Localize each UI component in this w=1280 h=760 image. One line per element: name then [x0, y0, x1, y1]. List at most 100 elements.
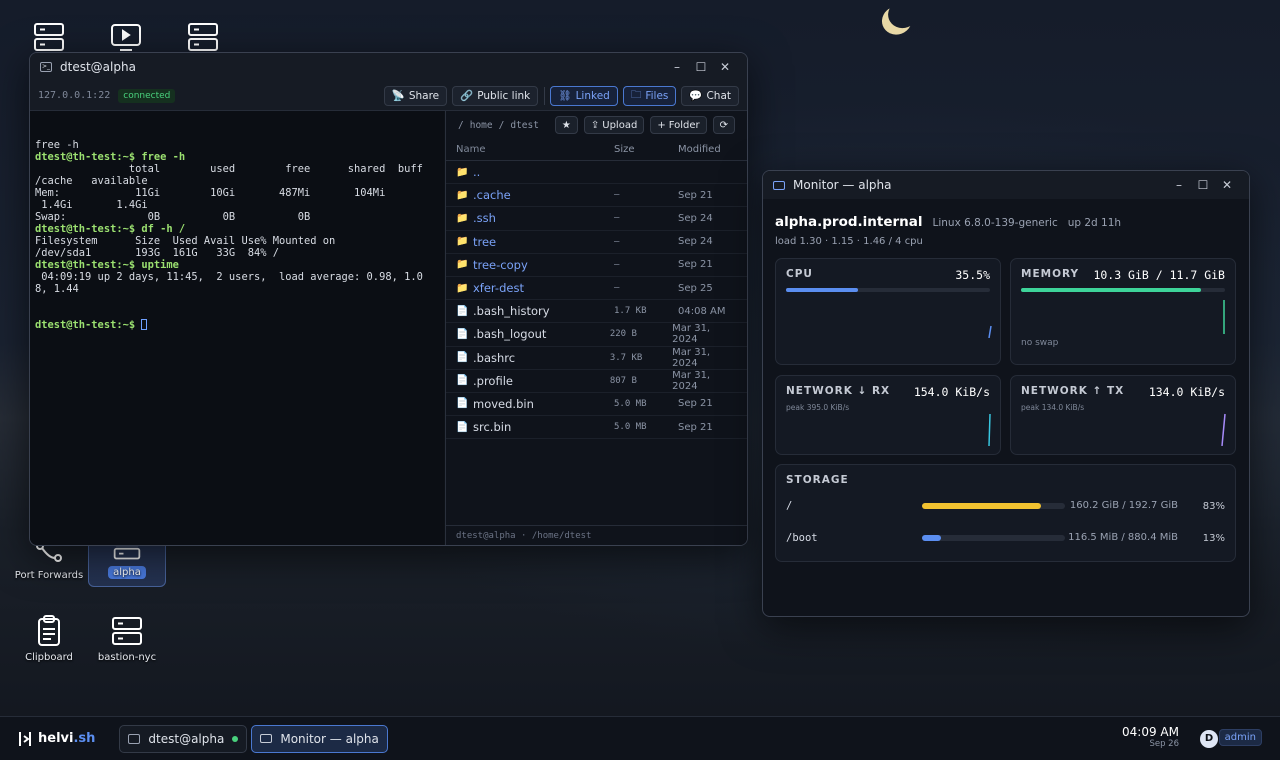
taskbar-item-terminal[interactable]: dtest@alpha: [119, 724, 248, 753]
desktop-icon-port-forwards[interactable]: Port Forwards: [10, 540, 88, 581]
refresh-button[interactable]: ⟳: [712, 116, 735, 134]
public-link-button[interactable]: 🔗 Public link: [452, 85, 539, 106]
new-folder-button[interactable]: + Folder: [650, 116, 707, 134]
load-average: load 1.30 · 1.15 · 1.46 / 4 cpu: [775, 236, 923, 247]
maximize-button[interactable]: ☐: [1191, 178, 1215, 192]
file-icon: 📄: [456, 305, 469, 317]
file-name: .bash_logout: [473, 327, 547, 342]
desktop-icon-clipboard[interactable]: Clipboard: [10, 614, 88, 663]
star-icon: ★: [561, 119, 571, 131]
column-size[interactable]: Size: [614, 144, 678, 155]
refresh-icon: ⟳: [719, 119, 728, 131]
file-size: 5.0 MB: [614, 398, 647, 409]
connection-status-badge: connected: [118, 88, 176, 103]
close-button[interactable]: ✕: [713, 60, 737, 74]
folder-icon: 📁: [456, 189, 469, 201]
file-modified: 04:08 AM: [678, 305, 726, 317]
terminal-line: Filesystem Size Used Avail Use% Mounted …: [35, 235, 336, 247]
folder-row[interactable]: 📁 xfer-dest — Sep 25: [446, 277, 747, 301]
chat-button[interactable]: 💬 Chat: [681, 85, 739, 106]
upload-button[interactable]: ⇪ Upload: [583, 116, 645, 134]
tx-sparkline: [1221, 413, 1226, 446]
helvi-logo-icon: [19, 731, 31, 746]
file-name: xfer-dest: [473, 281, 524, 296]
file-name: .bashrc: [473, 350, 516, 365]
terminal-icon: >_: [40, 62, 52, 72]
monitor-titlebar[interactable]: Monitor — alpha – ☐ ✕: [763, 171, 1249, 199]
favorite-button[interactable]: ★: [554, 116, 578, 134]
monitor-window[interactable]: Monitor — alpha – ☐ ✕ alpha.prod.interna…: [762, 170, 1250, 617]
moon-decoration: [884, 0, 922, 32]
file-name: .profile: [473, 373, 513, 388]
file-row[interactable]: 📄 .bashrc 3.7 KB Mar 31, 2024: [446, 347, 747, 370]
file-icon: 📄: [456, 375, 469, 387]
plus-icon: +: [657, 119, 666, 131]
terminal-line: Swap: 0B 0B 0B: [35, 211, 311, 223]
terminal-line: dtest@th-test:~$ df -h /: [35, 223, 186, 235]
folder-icon: 📁: [456, 212, 469, 224]
breadcrumb-root[interactable]: /: [458, 120, 464, 131]
maximize-button[interactable]: ☐: [689, 60, 713, 74]
share-button[interactable]: 📡 Share: [383, 85, 448, 106]
file-name: tree-copy: [473, 257, 528, 272]
folder-icon: 📁: [456, 282, 469, 294]
clock-date: Sep 26: [1149, 739, 1179, 749]
terminal-prompt: dtest@th-test:~$: [35, 319, 142, 331]
file-row[interactable]: 📄 moved.bin 5.0 MB Sep 21: [446, 393, 747, 417]
breadcrumb-dtest[interactable]: dtest: [510, 120, 539, 131]
folder-row[interactable]: 📁..: [446, 161, 747, 185]
file-row[interactable]: 📄 .bash_history 1.7 KB 04:08 AM: [446, 300, 747, 324]
minimize-button[interactable]: –: [1167, 178, 1191, 192]
files-toggle[interactable]: 🗀 Files: [622, 85, 677, 106]
file-list: 📁.. 📁 .cache — Sep 21 📁 .ssh — Sep 24 📁 tree — Sep 2…: [446, 161, 747, 440]
desktop-icon-label: Clipboard: [25, 652, 73, 663]
monitor-icon: [773, 180, 785, 190]
mount-usage-bar: [922, 503, 1065, 509]
app-logo[interactable]: helvi.sh: [18, 731, 95, 747]
column-modified[interactable]: Modified: [678, 144, 721, 155]
mount-percent: 13%: [1202, 532, 1225, 544]
network-tx-card: NETWORK ↑ TX 134.0 KiB/s peak 134.0 KiB/…: [1010, 375, 1236, 455]
terminal-line: total used free shared buff: [35, 163, 423, 175]
file-name: .ssh: [473, 211, 496, 226]
share-icon: 📡: [391, 90, 405, 102]
linked-toggle[interactable]: ⛓ Linked: [550, 85, 618, 106]
upload-icon: ⇪: [590, 119, 600, 131]
server-icon: [112, 617, 142, 645]
file-name: .bash_history: [473, 304, 550, 319]
taskbar: helvi.sh dtest@alpha Monitor — alpha 04:…: [0, 716, 1280, 760]
mount-size: 160.2 GiB / 192.7 GiB: [1069, 500, 1178, 511]
close-button[interactable]: ✕: [1215, 178, 1239, 192]
file-row[interactable]: 📄 .bash_logout 220 B Mar 31, 2024: [446, 323, 747, 347]
file-row[interactable]: 📄 .profile 807 B Mar 31, 2024: [446, 370, 747, 393]
avatar[interactable]: D: [1200, 730, 1218, 748]
terminal-line: /cache available: [35, 175, 148, 187]
cpu-bar: [786, 288, 990, 292]
minimize-button[interactable]: –: [665, 60, 689, 74]
taskbar-item-monitor[interactable]: Monitor — alpha: [251, 724, 388, 753]
cpu-sparkline: [988, 325, 992, 339]
folder-row[interactable]: 📁 tree — Sep 24: [446, 231, 747, 254]
desktop-icon-bastion-nyc[interactable]: bastion-nyc: [88, 614, 166, 663]
file-modified: Mar 31, 2024: [672, 323, 711, 346]
breadcrumb: / home / dtest ★ ⇪ Upload + Folder ⟳: [446, 111, 747, 139]
clock[interactable]: 04:09 AM Sep 26: [1122, 725, 1179, 749]
terminal-output[interactable]: free -h dtest@th-test:~$ free -h total us…: [30, 111, 444, 545]
column-name[interactable]: Name: [456, 144, 614, 155]
folder-row[interactable]: 📁 .ssh — Sep 24: [446, 207, 747, 231]
terminal-window[interactable]: >_ dtest@alpha – ☐ ✕ 127.0.0.1:22 connec…: [29, 52, 748, 546]
terminal-titlebar[interactable]: >_ dtest@alpha – ☐ ✕: [30, 53, 747, 81]
folder-icon: 📁: [456, 166, 469, 178]
tx-value: 134.0 KiB/s: [1148, 385, 1225, 399]
file-icon: 📄: [456, 352, 469, 364]
folder-row[interactable]: 📁 .cache — Sep 21: [446, 184, 747, 208]
file-modified: Sep 21: [678, 421, 713, 433]
breadcrumb-home[interactable]: home: [470, 120, 493, 131]
role-badge: admin: [1218, 729, 1262, 746]
terminal-line: /dev/sda1 193G 161G 33G 84% /: [35, 247, 279, 259]
uptime: up 2d 11h: [1067, 217, 1122, 229]
file-modified: Sep 25: [678, 282, 713, 294]
file-row[interactable]: 📄 src.bin 5.0 MB Sep 21: [446, 416, 747, 440]
folder-row[interactable]: 📁 tree-copy — Sep 21: [446, 254, 747, 277]
chain-icon: ⛓: [558, 90, 572, 102]
